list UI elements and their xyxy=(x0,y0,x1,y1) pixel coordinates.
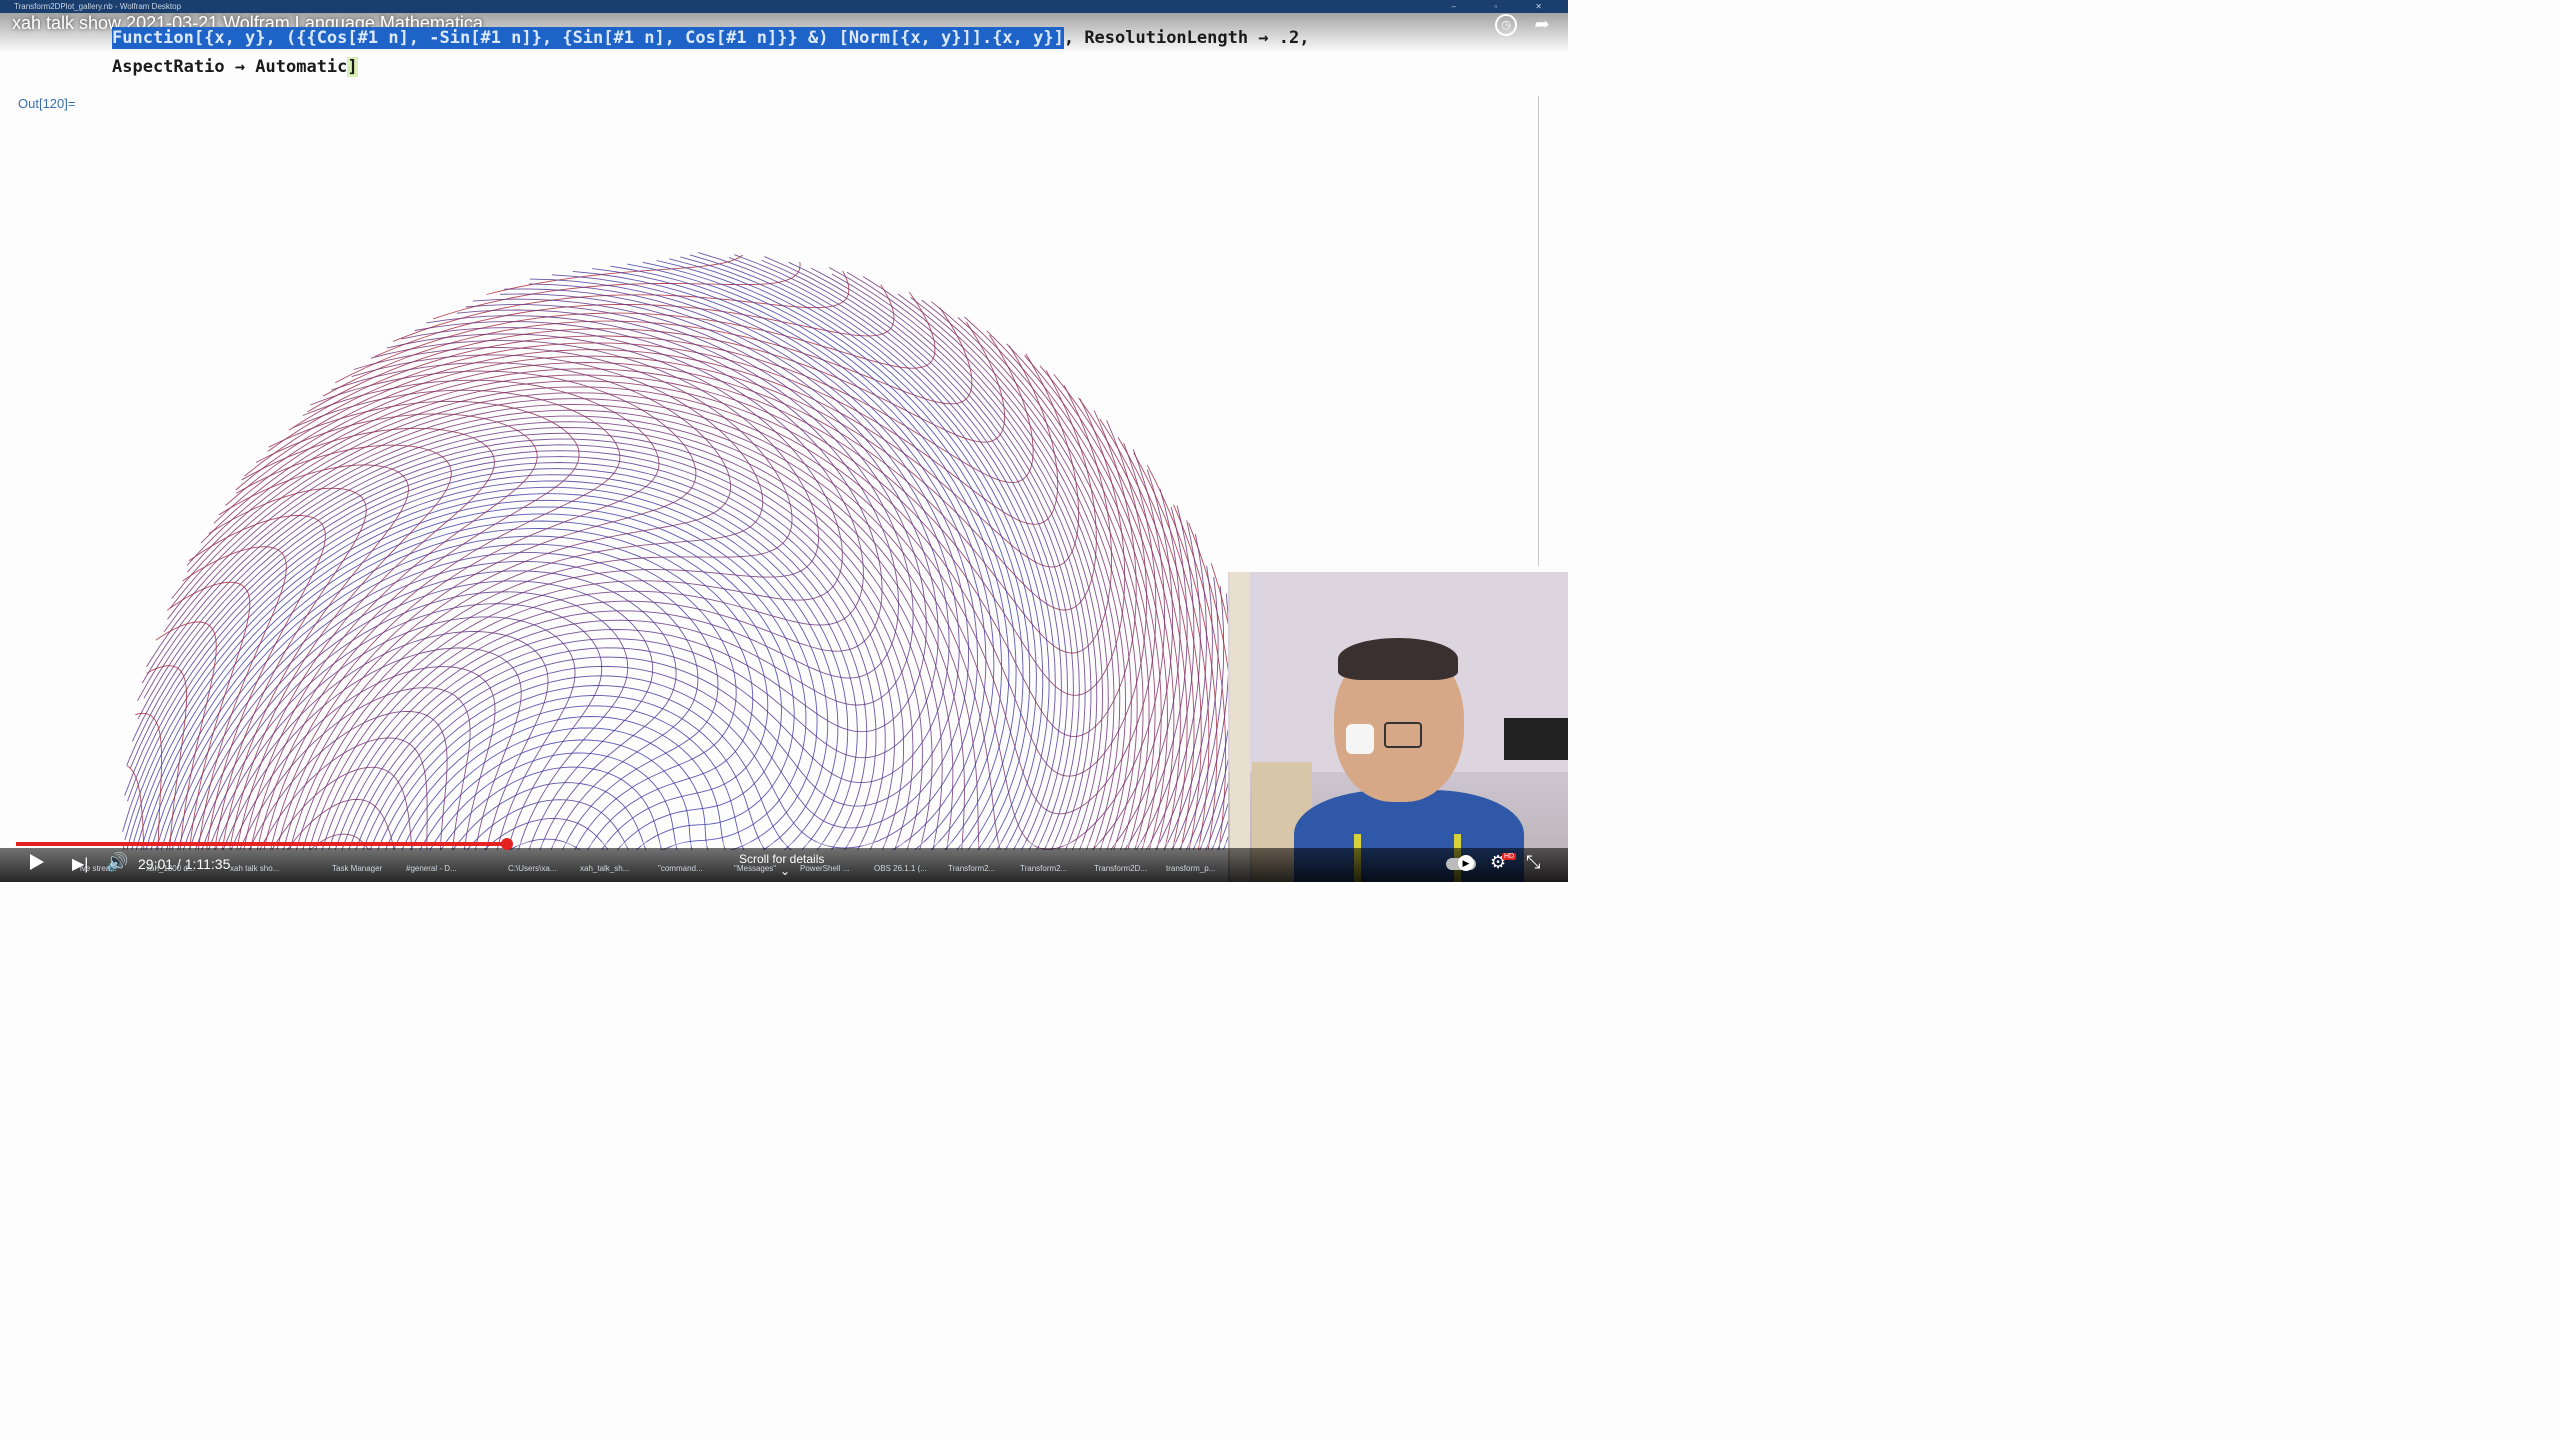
grid-line xyxy=(508,257,1062,850)
taskbar-item[interactable]: PowerShell ... xyxy=(800,864,849,873)
webcam-person-hair xyxy=(1338,638,1458,680)
exit-fullscreen-icon[interactable]: ⤡ xyxy=(1526,852,1540,873)
grid-line xyxy=(862,276,1115,850)
grid-line xyxy=(244,349,1080,568)
grid-line xyxy=(263,379,660,850)
window-title: Transform2DPlot_gallery.nb - Wolfram Des… xyxy=(14,2,182,11)
taskbar-item[interactable]: #general - D... xyxy=(406,864,457,873)
taskbar-item[interactable]: xah_talk_sh... xyxy=(580,864,629,873)
taskbar-item[interactable]: Transform2D... xyxy=(1094,864,1147,873)
taskbar-item[interactable]: ive strea... xyxy=(80,864,117,873)
webcam-door xyxy=(1230,572,1250,882)
grid-line xyxy=(145,513,1268,850)
code-selection[interactable]: Function[{x, y}, ({{Cos[#1 n], -Sin[#1 n… xyxy=(112,27,1064,49)
taskbar-item[interactable]: xah_1300 d... xyxy=(146,864,194,873)
grid-line xyxy=(146,415,1195,850)
code-line1-rest[interactable]: , ResolutionLength → .2, xyxy=(1064,28,1310,48)
taskbar-item[interactable]: C:\Users\xa... xyxy=(508,864,556,873)
grid-line xyxy=(433,262,801,320)
taskbar-item[interactable]: Transform2... xyxy=(948,864,995,873)
autoplay-knob-icon[interactable]: ▶ xyxy=(1458,855,1474,871)
cell-bracket[interactable] xyxy=(1534,96,1539,566)
code-close-bracket[interactable]: ] xyxy=(347,57,358,77)
webcam-overlay xyxy=(1228,572,1568,882)
watch-later-icon[interactable]: ◷ xyxy=(1495,14,1517,36)
grid-line xyxy=(276,362,732,850)
taskbar-item[interactable]: Task Manager xyxy=(332,864,382,873)
grid-line xyxy=(761,259,1074,850)
share-icon[interactable]: ➦ xyxy=(1531,14,1553,36)
taskbar-item[interactable]: "Messages" xyxy=(734,864,776,873)
webcam-monitor xyxy=(1504,718,1568,760)
grid-line xyxy=(126,450,1230,850)
grid-line xyxy=(155,621,217,850)
taskbar-item[interactable]: xah talk sho... xyxy=(230,864,279,873)
glasses xyxy=(1384,722,1422,748)
code-aspect-ratio[interactable]: AspectRatio → Automatic xyxy=(112,57,347,77)
chevron-down-icon[interactable]: ⌄ xyxy=(780,864,790,878)
grid-line xyxy=(218,464,409,850)
grid-line xyxy=(307,321,1006,443)
window-title-bar: Transform2DPlot_gallery.nb - Wolfram Des… xyxy=(0,0,1568,13)
output-label: Out[120]= xyxy=(18,96,76,111)
grid-line xyxy=(166,543,1275,850)
code-line-1[interactable]: Function[{x, y}, ({{Cos[#1 n], -Sin[#1 n… xyxy=(112,27,1310,49)
eye-patch xyxy=(1346,724,1374,754)
window-controls[interactable]: – ▫ ✕ xyxy=(1452,0,1560,13)
taskbar-item[interactable]: Transform2... xyxy=(1020,864,1067,873)
taskbar-item[interactable]: OBS 26.1.1 (... xyxy=(874,864,927,873)
hd-badge: HD xyxy=(1502,853,1517,860)
grid-line xyxy=(182,570,677,850)
progress-fill xyxy=(16,842,508,846)
grid-line xyxy=(195,591,629,850)
code-line-2[interactable]: AspectRatio → Automatic] xyxy=(112,57,358,77)
taskbar-item[interactable]: "command... xyxy=(658,864,703,873)
grid-line xyxy=(171,392,1165,850)
play-button[interactable] xyxy=(30,854,44,870)
grid-line xyxy=(259,737,428,850)
taskbar-item[interactable]: transform_p... xyxy=(1166,864,1215,873)
